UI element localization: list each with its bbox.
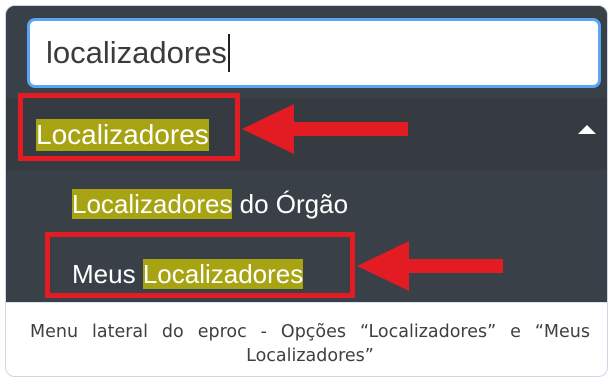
figure-caption: Menu lateral do eproc - Opções “Localiza… xyxy=(30,322,590,366)
menu-search-area: localizadores xyxy=(6,6,607,98)
search-input-value: localizadores xyxy=(46,35,227,70)
menu-search-input[interactable]: localizadores xyxy=(27,18,601,88)
menu-item-localizadores-do-orgao[interactable]: Localizadores do Órgão xyxy=(6,170,607,234)
screenshot-frame: localizadores Localizadores Localizadore… xyxy=(5,5,608,377)
search-highlight: Localizadores xyxy=(72,189,233,219)
chevron-up-icon[interactable] xyxy=(578,125,596,134)
red-arrow-annotation-2 xyxy=(357,241,503,291)
figure-caption-area: Menu lateral do eproc - Opções “Localiza… xyxy=(6,302,607,376)
annotation-box-meus-localizadores xyxy=(45,232,355,298)
menu-item-label-rest: do Órgão xyxy=(232,189,349,219)
text-caret xyxy=(227,34,230,72)
annotation-box-localizadores xyxy=(18,93,240,161)
menu-item-label: Localizadores do Órgão xyxy=(72,189,348,220)
red-arrow-annotation-1 xyxy=(242,104,408,154)
